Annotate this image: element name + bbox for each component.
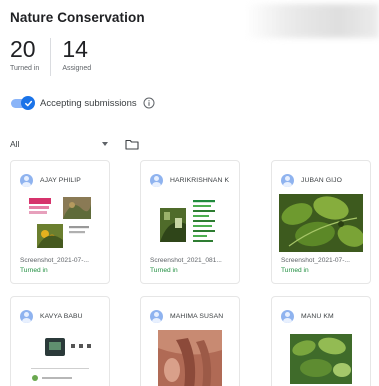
student-header: MAHIMA SUSAN (141, 305, 239, 327)
student-card[interactable]: JUBAN GIJO Screenshot_2021-07-... Turned… (271, 160, 371, 284)
submission-thumbnail[interactable] (11, 330, 109, 386)
student-name: MANU KM (301, 312, 334, 320)
check-icon (24, 100, 32, 106)
submission-status: Turned in (150, 267, 178, 274)
turned-in-label: Turned in (10, 65, 40, 72)
assigned-stat[interactable]: 14 Assigned (62, 36, 91, 78)
person-icon (20, 309, 33, 323)
student-card[interactable]: AJAY PHILIP Screenshot_2021-07-... Turne… (10, 160, 110, 284)
attachment-file-name: Screenshot_2021-07-... (281, 257, 350, 264)
person-icon (281, 309, 294, 323)
toggle-knob (21, 96, 35, 110)
accepting-submissions-row: Accepting submissions (10, 95, 155, 111)
submission-thumbnail[interactable] (11, 194, 109, 252)
accepting-submissions-label: Accepting submissions (40, 97, 137, 109)
filter-row: All (10, 136, 150, 152)
student-name: AJAY PHILIP (40, 176, 81, 184)
submission-thumbnail[interactable] (141, 330, 239, 386)
assignment-title: Nature Conservation (10, 10, 145, 25)
assigned-count: 14 (62, 36, 88, 62)
submission-thumbnail[interactable] (141, 194, 239, 252)
folder-icon[interactable] (125, 139, 139, 150)
student-card[interactable]: MAHIMA SUSAN (140, 296, 240, 386)
submission-thumbnail[interactable] (272, 330, 370, 386)
filter-dropdown[interactable]: All (10, 136, 108, 152)
blurred-header-area (245, 4, 379, 38)
student-card[interactable]: HARIKRISHNAN K Screenshot_2021_081... Tu… (140, 160, 240, 284)
student-header: HARIKRISHNAN K (141, 169, 239, 191)
person-icon (20, 173, 33, 187)
student-header: KAVYA BABU (11, 305, 109, 327)
submission-status: Turned in (281, 267, 309, 274)
assigned-label: Assigned (62, 65, 92, 72)
student-name: HARIKRISHNAN K (170, 176, 230, 184)
turned-in-count: 20 (10, 36, 36, 62)
chevron-down-icon (102, 142, 108, 146)
student-name: MAHIMA SUSAN (170, 312, 224, 320)
student-name: JUBAN GIJO (301, 176, 343, 184)
filter-selected-value: All (10, 139, 20, 149)
student-header: AJAY PHILIP (11, 169, 109, 191)
classroom-student-work-page: Nature Conservation 20 Turned in 14 Assi… (0, 0, 379, 386)
screenshot-preview-image (286, 330, 356, 386)
accepting-submissions-toggle[interactable] (10, 96, 35, 110)
submission-thumbnail[interactable] (272, 194, 370, 252)
submission-stats: 20 Turned in 14 Assigned (10, 36, 91, 78)
attachment-file-name: Screenshot_2021_081... (150, 257, 222, 264)
student-header: JUBAN GIJO (272, 169, 370, 191)
student-header: MANU KM (272, 305, 370, 327)
screenshot-preview-image (158, 330, 222, 386)
screenshot-preview-image (279, 194, 363, 252)
student-card[interactable]: KAVYA BABU (10, 296, 110, 386)
student-name: KAVYA BABU (40, 312, 83, 320)
stat-divider (50, 38, 52, 76)
person-icon (281, 173, 294, 187)
screenshot-preview-image (155, 194, 225, 252)
info-icon[interactable] (143, 97, 155, 109)
student-card[interactable]: MANU KM (271, 296, 371, 386)
attachment-file-name: Screenshot_2021-07-... (20, 257, 89, 264)
turned-in-stat[interactable]: 20 Turned in (10, 36, 39, 78)
submission-status: Turned in (20, 267, 48, 274)
screenshot-preview-image (25, 194, 95, 252)
person-icon (150, 309, 163, 323)
screenshot-preview-image (25, 330, 95, 386)
person-icon (150, 173, 163, 187)
